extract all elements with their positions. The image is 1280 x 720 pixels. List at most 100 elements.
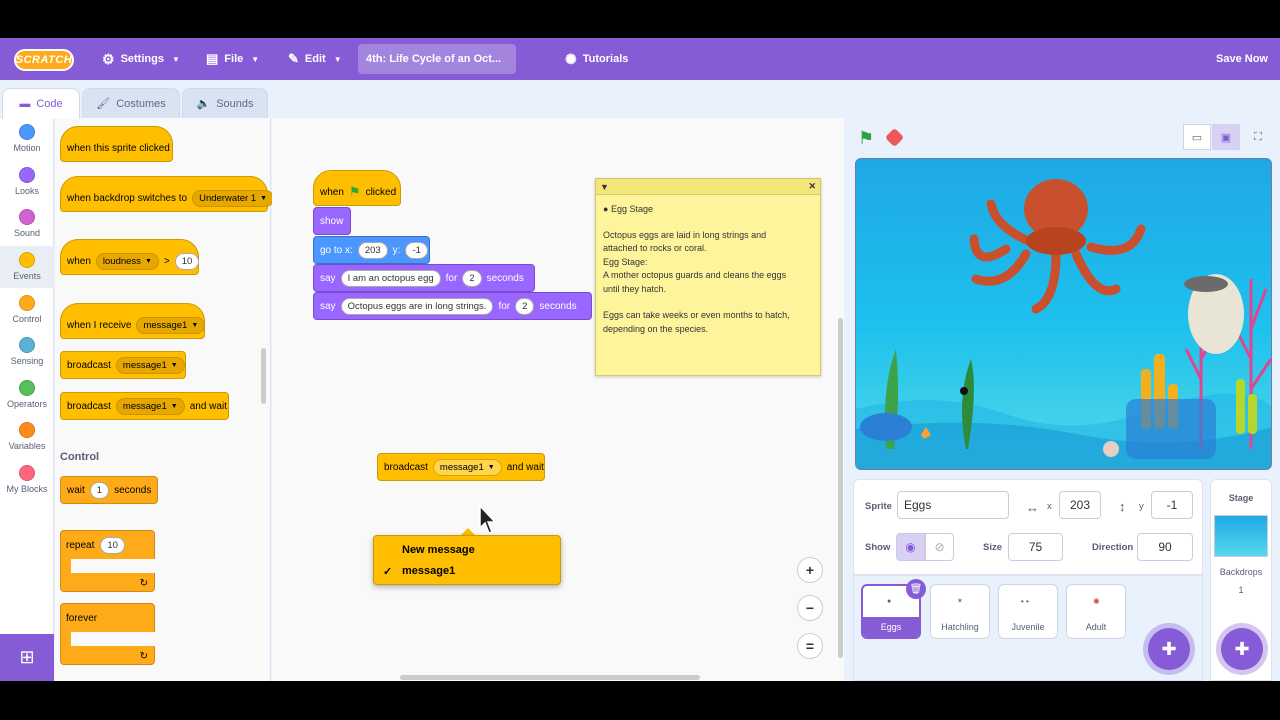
category-operators[interactable]: Operators: [0, 374, 54, 416]
block-forever[interactable]: forever ↻: [60, 603, 155, 665]
speaker-icon: 🔈: [196, 98, 211, 110]
fullscreen-button[interactable]: ⛶: [1244, 124, 1272, 150]
block-when-sprite-clicked[interactable]: when this sprite clicked: [60, 126, 173, 162]
hatchling-thumb-icon: ✶: [957, 598, 963, 605]
egg-icon: ●: [603, 204, 609, 214]
category-my-blocks[interactable]: My Blocks: [0, 459, 54, 501]
block-when-backdrop-switches[interactable]: when backdrop switches to Underwater 1 ▼: [60, 176, 275, 212]
sprite-thumb-juvenile[interactable]: • • Juvenile: [998, 584, 1058, 639]
delete-sprite-button[interactable]: 🗑: [906, 579, 926, 599]
stop-button[interactable]: [884, 127, 905, 148]
loudness-dropdown[interactable]: loudness ▼: [95, 252, 159, 270]
mouse-cursor-icon: [479, 504, 497, 534]
script-horizontal-scrollbar[interactable]: [400, 675, 700, 680]
say-secs-input[interactable]: 2: [462, 269, 482, 287]
x-position-input[interactable]: 203: [1059, 491, 1101, 519]
wait-value-input[interactable]: 1: [89, 481, 110, 499]
scratch-logo[interactable]: SCRATCH: [14, 49, 74, 71]
y-position-input[interactable]: -1: [1151, 491, 1193, 519]
image-add-icon: ✚: [1234, 638, 1250, 659]
block-broadcast-and-wait[interactable]: broadcast message1 ▼ and wait: [60, 392, 229, 420]
block-show[interactable]: show: [313, 207, 351, 235]
show-visible-button[interactable]: ◉: [896, 533, 925, 561]
category-sensing[interactable]: Sensing: [0, 331, 54, 373]
size-input[interactable]: 75: [1008, 533, 1063, 561]
repeat-value-input[interactable]: 10: [100, 537, 125, 554]
green-flag-button[interactable]: ⚑: [858, 128, 874, 149]
hatchling-sprite: [1103, 441, 1119, 457]
say-text-input[interactable]: Octopus eggs are in long strings.: [340, 297, 494, 315]
direction-input[interactable]: 90: [1137, 533, 1193, 561]
caret-down-icon: ▼: [171, 54, 180, 64]
category-sound[interactable]: Sound: [0, 203, 54, 245]
block-broadcast-and-wait-dragged[interactable]: broadcast message1 ▼ and wait: [377, 453, 545, 481]
category-variables[interactable]: Variables: [0, 416, 54, 458]
say-text-input[interactable]: I am an octopus egg: [340, 269, 441, 287]
category-dot: [19, 295, 35, 311]
block-broadcast[interactable]: broadcast message1 ▼: [60, 351, 186, 379]
block-when-loudness[interactable]: when loudness ▼ > 10: [60, 239, 200, 275]
category-looks[interactable]: Looks: [0, 161, 54, 203]
block-go-to-xy[interactable]: go to x: 203 y: -1: [313, 236, 430, 264]
project-title-input[interactable]: 4th: Life Cycle of an Oct...: [358, 44, 516, 74]
backdrop-count: 1: [1238, 585, 1244, 595]
comment-title: Egg Stage: [610, 204, 653, 214]
block-when-i-receive[interactable]: when I receive message1 ▼: [60, 303, 206, 339]
vertical-arrows-icon: ↕: [1119, 499, 1126, 514]
category-dot: [19, 167, 35, 183]
category-dot: [19, 209, 35, 225]
horizontal-arrows-icon: ↔: [1026, 500, 1039, 515]
block-wait[interactable]: wait 1 seconds: [60, 476, 158, 504]
message-dropdown[interactable]: message1 ▼: [432, 458, 502, 476]
checkmark-icon: ✓: [383, 565, 393, 578]
sprite-thumb-adult[interactable]: ✺ Adult: [1066, 584, 1126, 639]
collapse-arrow-icon[interactable]: ▼: [600, 182, 609, 192]
message-dropdown[interactable]: message1 ▼: [136, 316, 206, 334]
code-icon: ▬: [19, 98, 31, 110]
lightbulb-icon: ✺: [565, 50, 577, 67]
large-stage-button[interactable]: ▣: [1212, 124, 1240, 150]
show-hidden-button[interactable]: ⊘: [925, 533, 954, 561]
backdrop-thumbnail: [1214, 515, 1268, 557]
script-vertical-scrollbar[interactable]: [838, 318, 843, 658]
settings-menu[interactable]: ⚙ Settings ▼: [102, 38, 180, 80]
category-events[interactable]: Events: [0, 246, 54, 288]
tab-code[interactable]: ▬ Code: [2, 88, 80, 119]
tab-sounds[interactable]: 🔈 Sounds: [182, 88, 268, 118]
sprite-name-input[interactable]: Eggs: [897, 491, 1009, 519]
add-extension-button[interactable]: ⊞: [0, 634, 54, 681]
goto-y-input[interactable]: -1: [405, 241, 428, 259]
add-backdrop-button[interactable]: ✚: [1221, 628, 1263, 670]
say-secs-input[interactable]: 2: [515, 297, 535, 315]
zoom-in-button[interactable]: +: [797, 557, 823, 583]
palette-scrollbar[interactable]: [261, 348, 266, 404]
small-stage-button[interactable]: ▭: [1183, 124, 1211, 150]
save-now-button[interactable]: Save Now: [1216, 38, 1268, 80]
menu-item-message1[interactable]: ✓ message1: [374, 560, 560, 582]
close-icon[interactable]: ✕: [808, 181, 816, 192]
zoom-out-button[interactable]: −: [797, 595, 823, 621]
comment-note[interactable]: ▼ ✕ ● Egg Stage Octopus eggs are laid in…: [595, 178, 821, 376]
block-repeat[interactable]: repeat 10 ↻: [60, 530, 155, 592]
backdrop-dropdown[interactable]: Underwater 1 ▼: [192, 189, 275, 207]
edit-menu[interactable]: ✎ Edit ▼: [288, 38, 342, 80]
category-control[interactable]: Control: [0, 289, 54, 331]
comment-header[interactable]: ▼ ✕: [596, 179, 820, 195]
message-dropdown[interactable]: message1 ▼: [115, 397, 185, 415]
loudness-value-input[interactable]: 10: [174, 252, 200, 270]
tutorials-button[interactable]: ✺ Tutorials: [565, 38, 628, 80]
add-sprite-button[interactable]: ✚: [1148, 628, 1190, 670]
menu-item-new-message[interactable]: New message: [374, 539, 560, 561]
file-menu[interactable]: ▤ File ▼: [206, 38, 259, 80]
block-say-for-secs[interactable]: say Octopus eggs are in long strings. fo…: [313, 292, 592, 320]
message-dropdown[interactable]: message1 ▼: [115, 356, 185, 374]
stage-canvas[interactable]: [855, 158, 1272, 470]
block-when-flag-clicked[interactable]: when ⚑ clicked: [313, 170, 401, 206]
sprite-thumb-hatchling[interactable]: ✶ Hatchling: [930, 584, 990, 639]
tab-costumes[interactable]: 🖌 Costumes: [82, 88, 180, 118]
goto-x-input[interactable]: 203: [357, 241, 388, 259]
block-say-for-secs[interactable]: say I am an octopus egg for 2 seconds: [313, 264, 535, 292]
category-motion[interactable]: Motion: [0, 118, 54, 160]
zoom-reset-button[interactable]: =: [797, 633, 823, 659]
egg-cluster: [1184, 274, 1244, 354]
